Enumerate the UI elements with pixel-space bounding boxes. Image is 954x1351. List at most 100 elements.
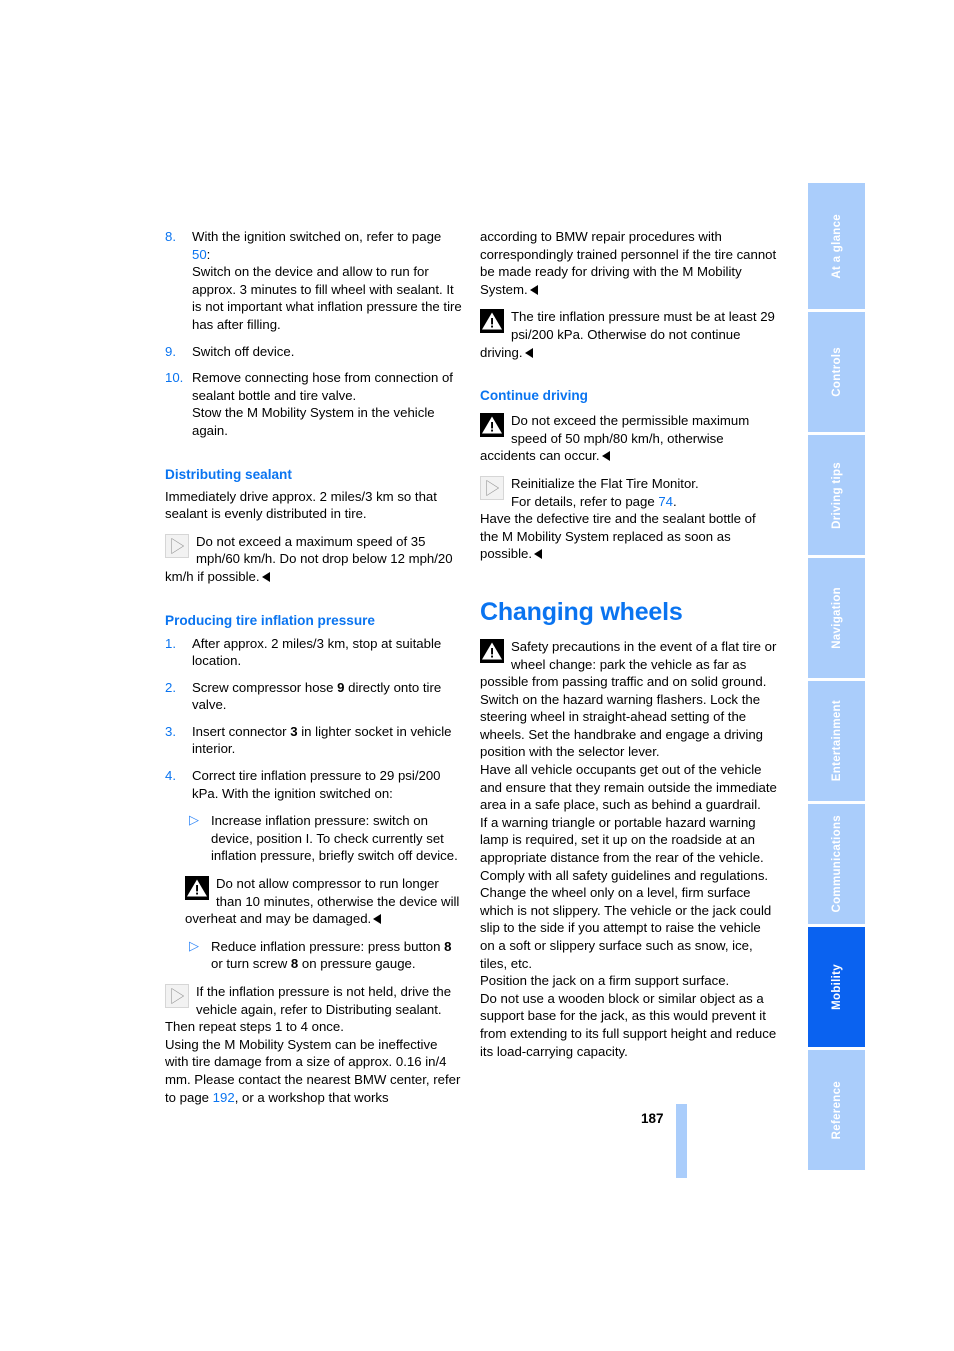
end-of-section-marker	[524, 347, 533, 358]
warning-block-safety-precautions: Safety precautions in the event of a fla…	[480, 638, 777, 761]
warning-text: Do not exceed the permissible maximum sp…	[480, 413, 750, 464]
continuation-paragraph: according to BMW repair procedures with …	[480, 228, 777, 298]
step-text-before-link: With the ignition switched on, refer to …	[192, 229, 442, 244]
heading-distributing-sealant: Distributing sealant	[165, 466, 292, 482]
note-text: Reinitialize the Flat Tire Monitor. For d…	[511, 476, 699, 509]
warning-triangle-icon	[480, 638, 504, 663]
sidebar-tab-entertainment[interactable]: Entertainment	[808, 681, 865, 801]
list-text: Remove connecting hose from connection o…	[192, 370, 453, 438]
list-text: Correct tire inflation pressure to 29 ps…	[192, 768, 441, 801]
part-number: 8	[444, 938, 452, 954]
note-block-reinitialize: Reinitialize the Flat Tire Monitor. For d…	[480, 475, 777, 510]
bullet-list-reduce-pressure: ▷ Reduce inflation pressure: press butto…	[189, 938, 462, 973]
list-text: After approx. 2 miles/3 km, stop at suit…	[192, 635, 442, 669]
step-text-a: Screw compressor hose	[192, 679, 338, 695]
heading-producing-tire-inflation-pressure: Producing tire inflation pressure	[165, 612, 375, 628]
warning-icon	[480, 413, 504, 438]
list-text: Switch off device.	[192, 343, 295, 359]
warning-triangle-icon	[480, 413, 504, 438]
warning-text: Do not allow compressor to run longer th…	[185, 876, 460, 927]
distributing-sealant-paragraph: Immediately drive approx. 2 miles/3 km s…	[165, 488, 437, 522]
step-text: Remove connecting hose from connection o…	[192, 370, 453, 403]
numbered-list-producing-pressure: 1. After approx. 2 miles/3 km, stop at s…	[165, 635, 462, 803]
sidebar-tab-mobility[interactable]: Mobility	[808, 927, 865, 1047]
end-of-section-marker	[261, 571, 270, 582]
sidebar-tab-navigation[interactable]: Navigation	[808, 558, 865, 678]
list-item: 9. Switch off device.	[165, 343, 462, 361]
right-column: according to BMW repair procedures with …	[480, 228, 777, 1060]
bullet-text: Increase inflation pressure: switch on d…	[211, 813, 458, 864]
list-item: 3. Insert connector 3 in lighter socket …	[165, 723, 462, 758]
note-icon	[165, 984, 189, 1008]
list-number: 2.	[165, 679, 176, 695]
page-number: 187	[641, 1111, 664, 1126]
sidebar-tab-label: Controls	[830, 347, 843, 397]
bullet-text-c: on pressure gauge.	[298, 956, 416, 972]
sidebar-tab-driving-tips[interactable]: Driving tips	[808, 435, 865, 555]
list-number: 1.	[165, 635, 176, 651]
step-text-after-link: :	[206, 246, 211, 262]
end-of-section-marker	[529, 284, 538, 295]
list-item: 1. After approx. 2 miles/3 km, stop at s…	[165, 635, 462, 670]
sidebar-tab-label: Reference	[830, 1080, 843, 1140]
note-icon	[165, 533, 189, 558]
page-link[interactable]: 74	[658, 494, 673, 509]
note-text: Do not exceed a maximum speed of 35 mph/…	[165, 533, 453, 584]
sidebar-tab-at-a-glance[interactable]: At a glance	[808, 183, 865, 309]
manual-page: 8. With the ignition switched on, refer …	[0, 0, 954, 1351]
triangle-bullet-icon: ▷	[189, 812, 199, 828]
list-number: 3.	[165, 723, 176, 739]
note-block-pressure-not-held: If the inflation pressure is not held, d…	[165, 983, 462, 1036]
list-text: Screw compressor hose 9 directly onto ti…	[192, 680, 441, 713]
closing-text-after-link: , or a workshop that works	[234, 1089, 389, 1105]
continuation-text: according to BMW repair procedures with …	[480, 229, 777, 297]
warning-block-tire-pressure: The tire inflation pressure must be at l…	[480, 308, 777, 361]
sidebar-tab-communications[interactable]: Communications	[808, 804, 865, 924]
left-column: 8. With the ignition switched on, refer …	[165, 228, 462, 1106]
list-item: ▷ Reduce inflation pressure: press butto…	[189, 938, 462, 973]
page-link[interactable]: 192	[213, 1090, 235, 1105]
end-of-section-marker	[373, 914, 382, 925]
warning-block-compressor: Do not allow compressor to run longer th…	[185, 875, 462, 928]
bullet-text-b: or turn screw	[211, 956, 291, 972]
note-icon	[480, 475, 504, 500]
list-item: 10. Remove connecting hose from connecti…	[165, 369, 462, 439]
step-extra-text: Stow the M Mobility System in the vehicl…	[192, 405, 435, 438]
list-item: 4. Correct tire inflation pressure to 29…	[165, 767, 462, 802]
triangle-bullet-icon: ▷	[189, 937, 199, 953]
page-link[interactable]: 50	[192, 247, 207, 262]
warning-block-max-speed: Do not exceed the permissible maximum sp…	[480, 412, 777, 465]
closing-text: Have the defective tire and the sealant …	[480, 511, 756, 562]
warning-text: Safety precautions in the event of a fla…	[480, 638, 777, 760]
note-text: If the inflation pressure is not held, d…	[165, 984, 452, 1035]
bullet-text: Reduce inflation pressure: press button …	[211, 939, 451, 972]
heading-continue-driving: Continue driving	[480, 388, 588, 404]
list-item: 8. With the ignition switched on, refer …	[165, 228, 462, 334]
sidebar-tab-controls[interactable]: Controls	[808, 312, 865, 432]
page-marker-bar	[676, 1104, 687, 1178]
list-number: 8.	[165, 229, 176, 244]
list-number: 10.	[165, 370, 184, 386]
bullet-list-pressure-actions: ▷ Increase inflation pressure: switch on…	[189, 812, 462, 865]
step-text-a: Insert connector	[192, 723, 291, 739]
list-number: 4.	[165, 768, 176, 784]
list-item: ▷ Increase inflation pressure: switch on…	[189, 812, 462, 865]
note-line-2-before-link: For details, refer to page	[511, 493, 659, 509]
note-line-2-after-link: .	[673, 493, 677, 509]
list-number: 9.	[165, 343, 176, 359]
sidebar-tab-label: Mobility	[830, 964, 843, 1010]
play-triangle-icon	[171, 988, 184, 1004]
sidebar-tab-label: At a glance	[830, 213, 843, 279]
sidebar-tab-label: Entertainment	[830, 700, 843, 782]
sidebar-tab-reference[interactable]: Reference	[808, 1050, 865, 1170]
section-tab-sidebar: At a glance Controls Driving tips Naviga…	[808, 183, 865, 1173]
